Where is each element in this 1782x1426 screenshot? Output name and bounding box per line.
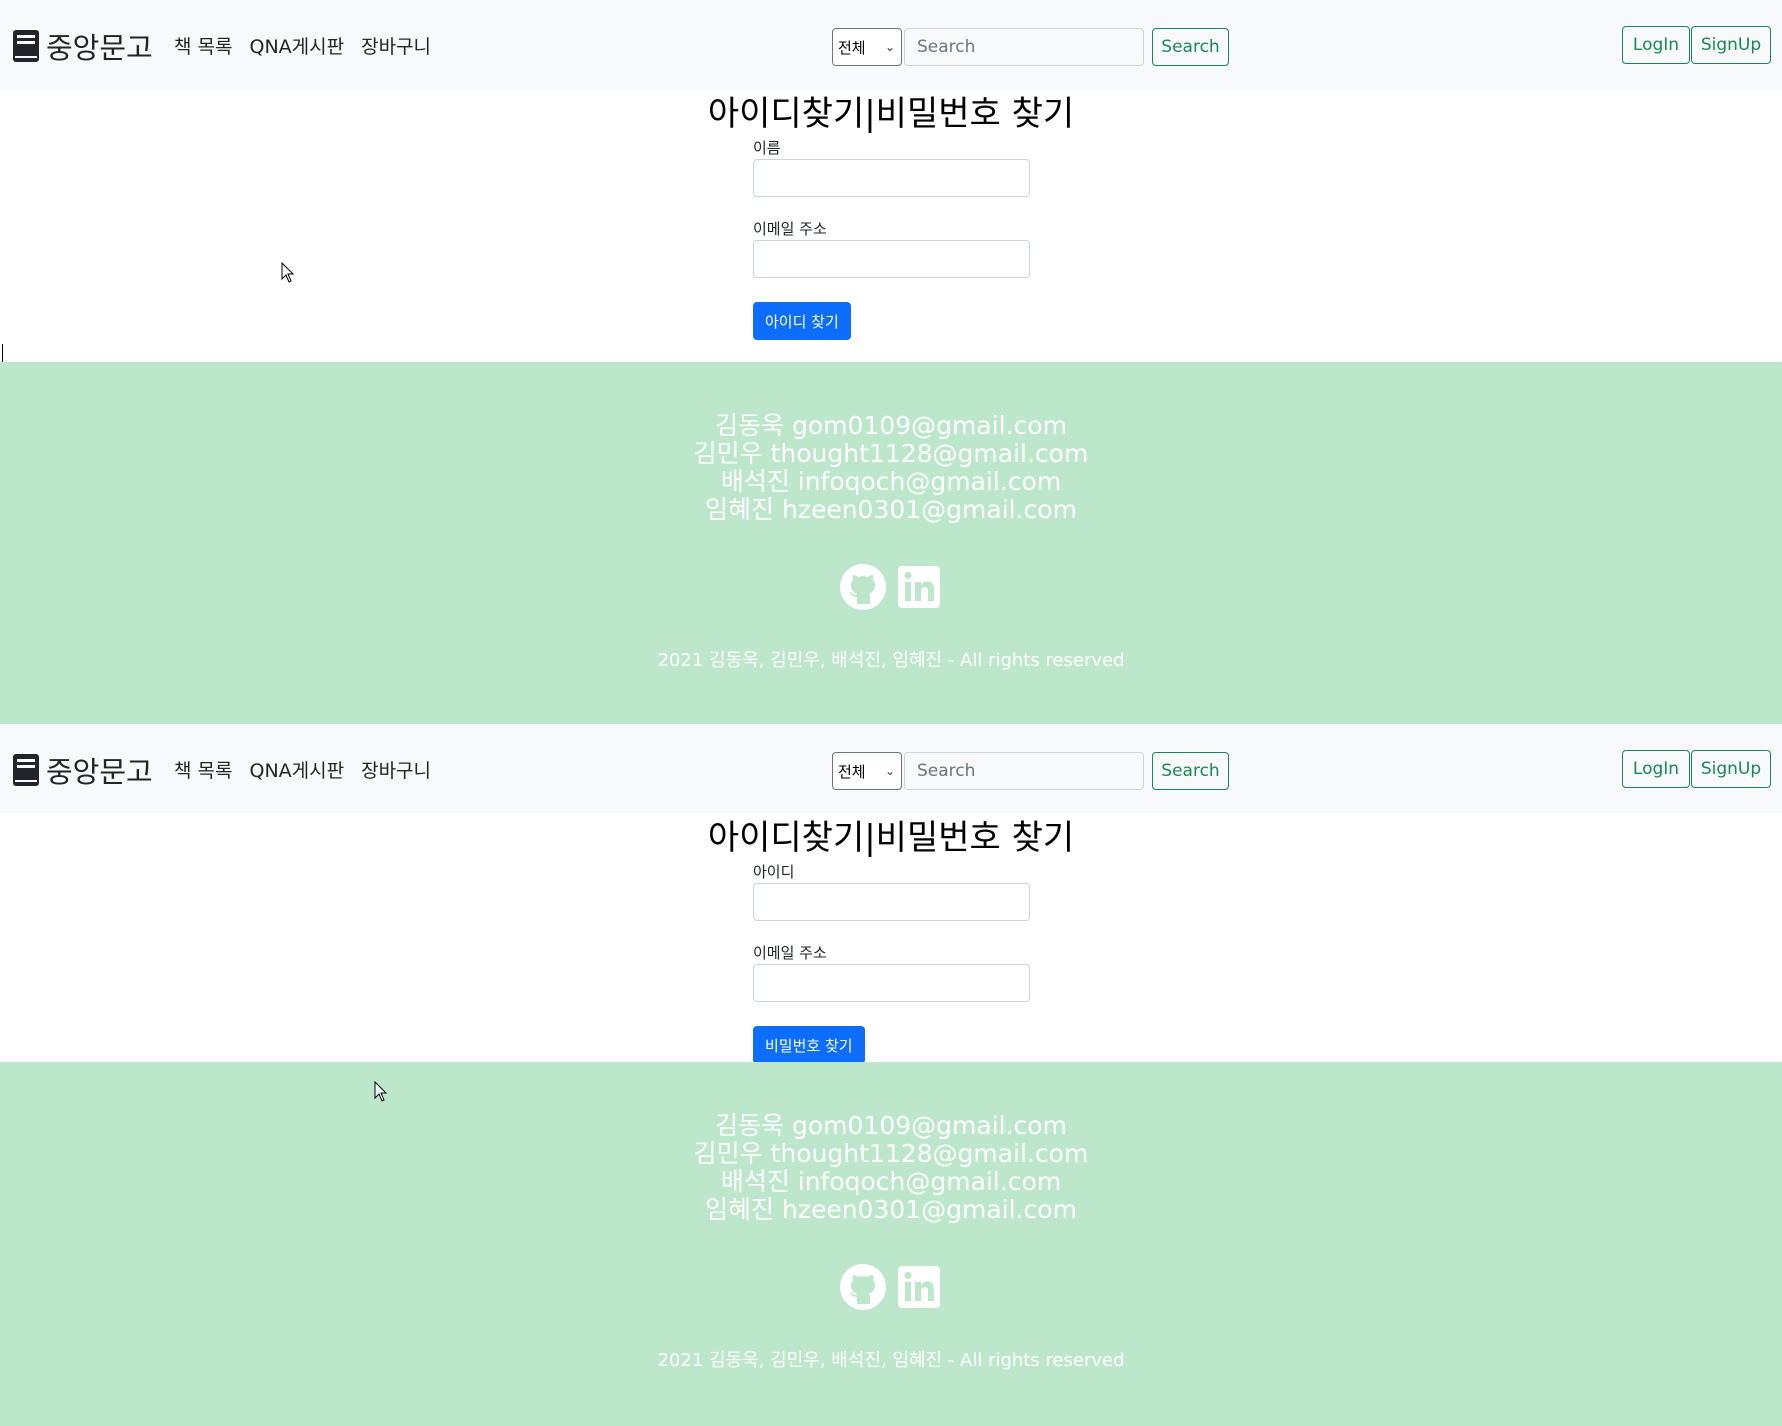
page-title: 아이디찾기|비밀번호 찾기 [707, 818, 1075, 858]
auth-buttons: LogIn SignUp [1622, 26, 1771, 64]
search-category-value: 전체 [838, 762, 866, 781]
search-input[interactable]: Search [904, 752, 1144, 790]
login-button[interactable]: LogIn [1622, 750, 1690, 788]
find-password-form: 아이디 이메일 주소 비밀번호 찾기 [753, 862, 1030, 1064]
mouse-cursor-icon [281, 262, 295, 283]
text-caret [2, 344, 3, 362]
mouse-cursor-icon [374, 1081, 388, 1102]
chevron-down-icon: ⌄ [884, 764, 895, 778]
name-input[interactable] [753, 159, 1030, 197]
email-label: 이메일 주소 [753, 944, 827, 962]
nav-item-qna-board[interactable]: QNA게시판 [249, 32, 344, 59]
auth-buttons: LogIn SignUp [1622, 750, 1771, 788]
contact-line: 김민우 thought1128@gmail.com [693, 439, 1089, 468]
social-links [0, 564, 1782, 610]
nav-item-book-list[interactable]: 책 목록 [174, 756, 232, 783]
navbar: 중앙문고 책 목록 QNA게시판 장바구니 전체 ⌄ Search Search… [0, 724, 1782, 813]
find-password-button[interactable]: 비밀번호 찾기 [753, 1026, 865, 1064]
brand-link[interactable]: 중앙문고 [12, 26, 153, 66]
search-form: 전체 ⌄ Search Search [832, 28, 1229, 66]
email-label: 이메일 주소 [753, 220, 827, 238]
search-input[interactable]: Search [904, 28, 1144, 66]
brand-name: 중앙문고 [46, 755, 153, 789]
email-input[interactable] [753, 240, 1030, 278]
screenshot-stack: 중앙문고 책 목록 QNA게시판 장바구니 전체 ⌄ Search Search… [0, 0, 1782, 1426]
search-category-select[interactable]: 전체 ⌄ [832, 752, 902, 790]
contact-line: 김동욱 gom0109@gmail.com [715, 1111, 1067, 1140]
search-placeholder: Search [917, 37, 976, 57]
page-title: 아이디찾기|비밀번호 찾기 [707, 94, 1075, 134]
contact-line: 김동욱 gom0109@gmail.com [715, 411, 1067, 440]
contact-line: 임혜진 hzeen0301@gmail.com [705, 1195, 1077, 1224]
signup-button[interactable]: SignUp [1691, 750, 1771, 788]
find-id-page: 중앙문고 책 목록 QNA게시판 장바구니 전체 ⌄ Search Search… [0, 0, 1782, 724]
copyright-text: 2021 김동욱, 김민우, 배석진, 임혜진 - All rights res… [657, 1350, 1125, 1371]
contact-list: 김동욱 gom0109@gmail.com 김민우 thought1128@gm… [0, 412, 1782, 524]
social-links [0, 1264, 1782, 1310]
contact-list: 김동욱 gom0109@gmail.com 김민우 thought1128@gm… [0, 1112, 1782, 1224]
nav-item-qna-board[interactable]: QNA게시판 [249, 756, 344, 783]
nav-links: 책 목록 QNA게시판 장바구니 [174, 756, 431, 783]
nav-item-cart[interactable]: 장바구니 [361, 32, 431, 59]
github-icon[interactable] [840, 564, 886, 610]
search-button[interactable]: Search [1152, 28, 1229, 66]
userid-input[interactable] [753, 883, 1030, 921]
nav-item-cart[interactable]: 장바구니 [361, 756, 431, 783]
search-category-select[interactable]: 전체 ⌄ [832, 28, 902, 66]
linkedin-icon[interactable] [896, 564, 942, 610]
name-label: 이름 [753, 139, 781, 157]
search-category-value: 전체 [838, 38, 866, 57]
contact-line: 김민우 thought1128@gmail.com [693, 1139, 1089, 1168]
book-icon [13, 754, 39, 786]
find-id-button[interactable]: 아이디 찾기 [753, 302, 851, 340]
find-password-page: 중앙문고 책 목록 QNA게시판 장바구니 전체 ⌄ Search Search… [0, 724, 1782, 1426]
signup-button[interactable]: SignUp [1691, 26, 1771, 64]
github-icon[interactable] [840, 1264, 886, 1310]
nav-item-book-list[interactable]: 책 목록 [174, 32, 232, 59]
login-button[interactable]: LogIn [1622, 26, 1690, 64]
navbar: 중앙문고 책 목록 QNA게시판 장바구니 전체 ⌄ Search Search… [0, 0, 1782, 89]
find-id-form: 이름 이메일 주소 아이디 찾기 [753, 138, 1030, 340]
contact-line: 임혜진 hzeen0301@gmail.com [705, 495, 1077, 524]
linkedin-icon[interactable] [896, 1264, 942, 1310]
userid-label: 아이디 [753, 863, 795, 881]
contact-line: 배석진 infoqoch@gmail.com [720, 1167, 1062, 1196]
search-placeholder: Search [917, 761, 976, 781]
contact-line: 배석진 infoqoch@gmail.com [720, 467, 1062, 496]
book-icon [13, 30, 39, 62]
search-form: 전체 ⌄ Search Search [832, 752, 1229, 790]
email-input[interactable] [753, 964, 1030, 1002]
chevron-down-icon: ⌄ [884, 40, 895, 54]
brand-link[interactable]: 중앙문고 [12, 750, 153, 790]
brand-name: 중앙문고 [46, 31, 153, 65]
nav-links: 책 목록 QNA게시판 장바구니 [174, 32, 431, 59]
copyright-text: 2021 김동욱, 김민우, 배석진, 임혜진 - All rights res… [657, 650, 1125, 671]
search-button[interactable]: Search [1152, 752, 1229, 790]
footer: 김동욱 gom0109@gmail.com 김민우 thought1128@gm… [0, 1062, 1782, 1426]
footer: 김동욱 gom0109@gmail.com 김민우 thought1128@gm… [0, 362, 1782, 724]
